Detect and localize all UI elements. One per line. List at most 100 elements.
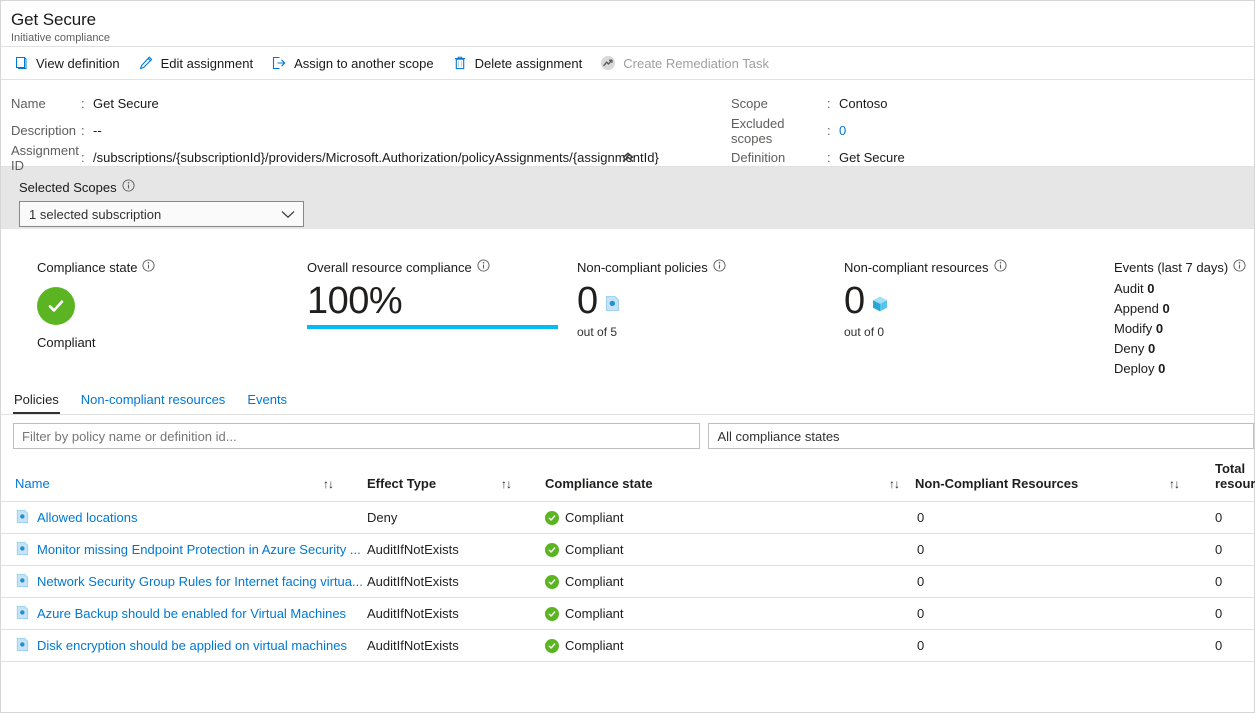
event-count: 0: [1162, 301, 1169, 316]
cell-name[interactable]: Disk encryption should be applied on vir…: [1, 630, 367, 662]
info-icon[interactable]: [994, 259, 1007, 275]
tab-events[interactable]: Events: [247, 392, 287, 414]
property-value-assignment-id: /subscriptions/{subscriptionId}/provider…: [93, 150, 659, 165]
cell-name[interactable]: Network Security Group Rules for Interne…: [1, 566, 367, 598]
tile-non-compliant-policies-title: Non-compliant policies: [577, 260, 708, 275]
total-resources-value: 0: [1215, 542, 1222, 557]
check-circle-icon: [37, 287, 75, 325]
property-separator: :: [827, 150, 839, 165]
info-icon[interactable]: [477, 259, 490, 275]
delete-assignment-button[interactable]: Delete assignment: [449, 52, 592, 74]
total-resources-value: 0: [1215, 510, 1222, 525]
property-label-definition: Definition: [731, 150, 827, 165]
tab-policies[interactable]: Policies: [14, 392, 59, 414]
tile-non-compliant-resources-title: Non-compliant resources: [844, 260, 989, 275]
property-row-scope: Scope : Contoso: [731, 90, 905, 117]
policy-name-link[interactable]: Allowed locations: [1, 509, 367, 527]
property-value-definition: Get Secure: [839, 150, 905, 165]
cell-total-resources: 0: [1215, 534, 1254, 566]
cell-name[interactable]: Monitor missing Endpoint Protection in A…: [1, 534, 367, 566]
sort-arrows-icon[interactable]: ↑↓: [889, 477, 899, 491]
effect-type-value: AuditIfNotExists: [367, 606, 459, 621]
column-header-name[interactable]: Name: [1, 457, 323, 502]
column-header-total-resources: Total resources: [1215, 457, 1254, 502]
compliance-state-filter-dropdown[interactable]: All compliance states: [708, 423, 1254, 449]
page-header: Get Secure Initiative compliance: [1, 1, 1254, 47]
compliance-state-value: Compliant: [565, 574, 624, 589]
event-row: Deny 0: [1114, 339, 1254, 359]
resource-cube-icon: [871, 295, 889, 316]
selected-scopes-value: 1 selected subscription: [29, 207, 161, 222]
event-row: Audit 0: [1114, 279, 1254, 299]
cell-name[interactable]: Azure Backup should be enabled for Virtu…: [1, 598, 367, 630]
tile-events: Events (last 7 days) Audit 0Append 0Modi…: [1114, 259, 1254, 384]
sort-button-effect-type[interactable]: ↑↓: [501, 457, 545, 502]
properties-left-column: Name : Get Secure Description : -- Assig…: [11, 90, 711, 171]
policy-name-link[interactable]: Monitor missing Endpoint Protection in A…: [1, 541, 367, 559]
property-label-assignment-id: Assignment ID: [11, 143, 81, 173]
create-remediation-task-button[interactable]: Create Remediation Task: [597, 52, 778, 74]
policy-name-link[interactable]: Network Security Group Rules for Interne…: [1, 573, 367, 591]
table-row[interactable]: Monitor missing Endpoint Protection in A…: [1, 534, 1254, 566]
property-separator: :: [81, 150, 93, 165]
non-compliant-resources-count: 0: [844, 279, 865, 323]
delete-assignment-label: Delete assignment: [475, 56, 583, 71]
cell-non-compliant-resources: 0: [889, 566, 1215, 598]
policies-table: Name ↑↓ Effect Type ↑↓ Compliance state …: [1, 457, 1254, 662]
sort-button-name[interactable]: ↑↓: [323, 457, 367, 502]
selected-scopes-dropdown[interactable]: 1 selected subscription: [19, 201, 304, 227]
info-icon[interactable]: [1233, 259, 1246, 275]
tile-non-compliant-resources: Non-compliant resources 0 out of 0: [844, 259, 1114, 384]
property-row-name: Name : Get Secure: [11, 90, 711, 117]
cell-non-compliant-resources: 0: [889, 502, 1215, 534]
sort-button-non-compliant-resources[interactable]: ↑↓: [1169, 457, 1215, 502]
view-definition-button[interactable]: View definition: [10, 52, 129, 74]
table-row[interactable]: Azure Backup should be enabled for Virtu…: [1, 598, 1254, 630]
tile-non-compliant-policies-title-row: Non-compliant policies: [577, 259, 844, 275]
policy-name-link[interactable]: Disk encryption should be applied on vir…: [1, 637, 367, 655]
non-compliant-resources-value-row: 0: [844, 279, 1114, 323]
cell-name[interactable]: Allowed locations: [1, 502, 367, 534]
cell-effect-type: AuditIfNotExists: [367, 534, 545, 566]
info-icon[interactable]: [142, 259, 155, 275]
edit-assignment-button[interactable]: Edit assignment: [135, 52, 263, 74]
policy-name-link[interactable]: Azure Backup should be enabled for Virtu…: [1, 605, 367, 623]
info-icon[interactable]: [713, 259, 726, 275]
column-header-compliance-state: Compliance state: [545, 457, 889, 502]
table-row[interactable]: Network Security Group Rules for Interne…: [1, 566, 1254, 598]
non-compliant-resources-subtext: out of 0: [844, 325, 1114, 339]
summary-tiles: Compliance state Compliant Overall resou…: [1, 229, 1254, 384]
property-value-excluded-scopes[interactable]: 0: [839, 123, 846, 138]
tile-compliance-state: Compliance state Compliant: [37, 259, 307, 384]
tile-non-compliant-policies: Non-compliant policies 0 out of 5: [577, 259, 844, 384]
event-label: Modify: [1114, 321, 1156, 336]
tab-non-compliant-resources[interactable]: Non-compliant resources: [81, 392, 226, 414]
tile-overall-title-row: Overall resource compliance: [307, 259, 577, 275]
cell-effect-type: AuditIfNotExists: [367, 598, 545, 630]
cell-compliance-state: Compliant: [545, 502, 889, 534]
property-label-scope: Scope: [731, 96, 827, 111]
check-circle-icon: [545, 543, 559, 557]
tile-non-compliant-resources-title-row: Non-compliant resources: [844, 259, 1114, 275]
non-compliant-resources-value: 0: [889, 574, 924, 589]
sort-arrows-icon: ↑↓: [323, 477, 333, 491]
policy-name-label: Azure Backup should be enabled for Virtu…: [37, 606, 346, 621]
property-label-excluded-scopes: Excluded scopes: [731, 116, 827, 146]
check-circle-icon: [545, 639, 559, 653]
policy-filter-input[interactable]: [13, 423, 700, 449]
cell-non-compliant-resources: 0: [889, 598, 1215, 630]
collapse-properties-button[interactable]: [616, 151, 640, 165]
info-icon[interactable]: [122, 179, 135, 195]
selected-scopes-section: Selected Scopes 1 selected subscription: [1, 167, 1254, 229]
property-value-description: --: [93, 123, 102, 138]
cell-total-resources: 0: [1215, 566, 1254, 598]
table-row[interactable]: Disk encryption should be applied on vir…: [1, 630, 1254, 662]
view-definition-label: View definition: [36, 56, 120, 71]
total-resources-value: 0: [1215, 638, 1222, 653]
assign-to-another-scope-button[interactable]: Assign to another scope: [268, 52, 442, 74]
policy-name-label: Monitor missing Endpoint Protection in A…: [37, 542, 361, 557]
total-resources-value: 0: [1215, 606, 1222, 621]
table-header-row: Name ↑↓ Effect Type ↑↓ Compliance state …: [1, 457, 1254, 502]
non-compliant-resources-value: 0: [889, 542, 924, 557]
table-row[interactable]: Allowed locationsDenyCompliant00: [1, 502, 1254, 534]
